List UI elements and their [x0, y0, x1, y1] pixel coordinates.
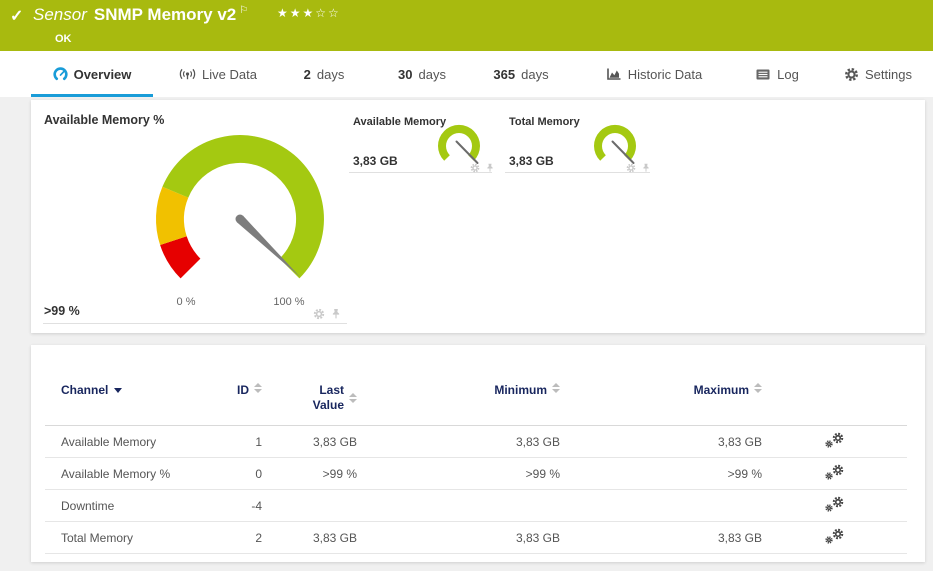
tab-settings-label: Settings — [865, 67, 912, 82]
gauge-scale-min: 0 % — [156, 296, 216, 308]
column-header-channel[interactable]: Channel — [45, 379, 217, 426]
settings-gear-icon — [844, 67, 859, 82]
tab-log[interactable]: Log — [744, 51, 810, 97]
mini-gauge-available-memory: Available Memory 3,83 GB — [349, 108, 492, 173]
overview-gauges-panel: Available Memory % 0 % 100 % >99 % Avail — [31, 100, 925, 333]
channel-settings-gears-icon[interactable] — [825, 496, 844, 512]
tab-overview[interactable]: Overview — [31, 51, 153, 97]
channel-id: 0 — [217, 458, 262, 490]
tab-settings[interactable]: Settings — [833, 51, 923, 97]
tab-historic-data[interactable]: Historic Data — [592, 51, 716, 97]
column-header-actions — [762, 379, 907, 426]
channel-maximum: 3,83 GB — [560, 426, 762, 458]
channel-id: 2 — [217, 522, 262, 554]
table-row: Total Memory 2 3,83 GB 3,83 GB 3,83 GB — [45, 522, 907, 554]
tab-bar: Overview Live Data 2 days 30 days 365 da… — [0, 51, 933, 97]
channel-table-panel: Channel ID Last Value Minimum Maximum Av… — [31, 345, 925, 562]
tab-live-data[interactable]: Live Data — [167, 51, 269, 97]
channel-id: -4 — [217, 490, 262, 522]
log-icon — [755, 68, 771, 81]
object-kind-label: Sensor — [33, 5, 87, 24]
mini-gauge-total-memory: Total Memory 3,83 GB — [505, 108, 650, 173]
tab-30-days-unit: days — [419, 67, 446, 82]
channel-last-value: 3,83 GB — [262, 522, 357, 554]
gauge-pin-icon[interactable] — [641, 162, 651, 173]
sensor-status-bar: ✓ Sensor SNMP Memory v2⚐ ★★★☆☆ OK — [0, 0, 933, 51]
flag-icon[interactable]: ⚐ — [239, 5, 248, 16]
gauge-icon — [53, 67, 68, 82]
sort-toggle-icon — [552, 383, 560, 393]
channel-settings-gears-icon[interactable] — [825, 464, 844, 480]
column-header-minimum[interactable]: Minimum — [357, 379, 560, 426]
mini-gauge-title: Total Memory — [509, 116, 580, 128]
sensor-name[interactable]: SNMP Memory v2 — [94, 5, 236, 24]
channel-minimum: >99 % — [357, 458, 560, 490]
tab-2-days-number: 2 — [304, 67, 311, 82]
channel-last-value: >99 % — [262, 458, 357, 490]
gauge-scale-max: 100 % — [259, 296, 319, 308]
live-data-icon — [179, 67, 196, 82]
mini-gauge-value: 3,83 GB — [353, 154, 398, 168]
main-gauge-value: >99 % — [44, 304, 80, 318]
gauge-pin-icon[interactable] — [330, 307, 342, 320]
table-row: Available Memory 1 3,83 GB 3,83 GB 3,83 … — [45, 426, 907, 458]
tab-overview-label: Overview — [74, 67, 132, 82]
channel-minimum — [357, 490, 560, 522]
channel-last-value — [262, 490, 357, 522]
channel-settings-gears-icon[interactable] — [825, 528, 844, 544]
gauge-settings-gear-icon[interactable] — [313, 308, 325, 320]
tab-log-label: Log — [777, 67, 799, 82]
column-header-maximum[interactable]: Maximum — [560, 379, 762, 426]
tab-30-days-number: 30 — [398, 67, 412, 82]
available-memory-percent-gauge — [140, 119, 340, 319]
channel-name: Available Memory % — [45, 458, 217, 490]
table-header-row: Channel ID Last Value Minimum Maximum — [45, 379, 907, 426]
tab-2-days[interactable]: 2 days — [288, 51, 360, 97]
channel-name: Total Memory — [45, 522, 217, 554]
priority-stars[interactable]: ★★★☆☆ — [277, 6, 341, 20]
sort-toggle-icon — [754, 383, 762, 393]
sensor-status-text: OK — [55, 33, 72, 45]
table-row: Available Memory % 0 >99 % >99 % >99 % — [45, 458, 907, 490]
channel-table: Channel ID Last Value Minimum Maximum Av… — [45, 379, 907, 554]
channel-id: 1 — [217, 426, 262, 458]
tab-365-days-unit: days — [521, 67, 548, 82]
ok-check-icon: ✓ — [10, 6, 23, 26]
mini-gauge-value: 3,83 GB — [509, 154, 554, 168]
channel-last-value: 3,83 GB — [262, 426, 357, 458]
channel-name: Available Memory — [45, 426, 217, 458]
gauge-settings-gear-icon[interactable] — [470, 163, 480, 173]
historic-chart-icon — [606, 67, 622, 81]
channel-maximum — [560, 490, 762, 522]
tab-historic-data-label: Historic Data — [628, 67, 702, 82]
column-header-last-value[interactable]: Last Value — [262, 379, 357, 426]
channel-maximum: >99 % — [560, 458, 762, 490]
tab-365-days-number: 365 — [493, 67, 515, 82]
sensor-title-row: Sensor SNMP Memory v2⚐ — [33, 5, 248, 25]
channel-minimum: 3,83 GB — [357, 426, 560, 458]
tab-30-days[interactable]: 30 days — [384, 51, 460, 97]
tab-2-days-unit: days — [317, 67, 344, 82]
table-row: Downtime -4 — [45, 490, 907, 522]
gauge-settings-gear-icon[interactable] — [626, 163, 636, 173]
sort-desc-icon — [114, 388, 122, 393]
channel-name: Downtime — [45, 490, 217, 522]
gauge-pin-icon[interactable] — [485, 162, 495, 173]
channel-settings-gears-icon[interactable] — [825, 432, 844, 448]
sort-toggle-icon — [254, 383, 262, 393]
main-gauge-block: Available Memory % 0 % 100 % >99 % — [43, 108, 347, 324]
tab-live-data-label: Live Data — [202, 67, 257, 82]
channel-minimum: 3,83 GB — [357, 522, 560, 554]
channel-maximum: 3,83 GB — [560, 522, 762, 554]
tab-365-days[interactable]: 365 days — [480, 51, 562, 97]
sort-toggle-icon — [349, 393, 357, 403]
column-header-id[interactable]: ID — [217, 379, 262, 426]
